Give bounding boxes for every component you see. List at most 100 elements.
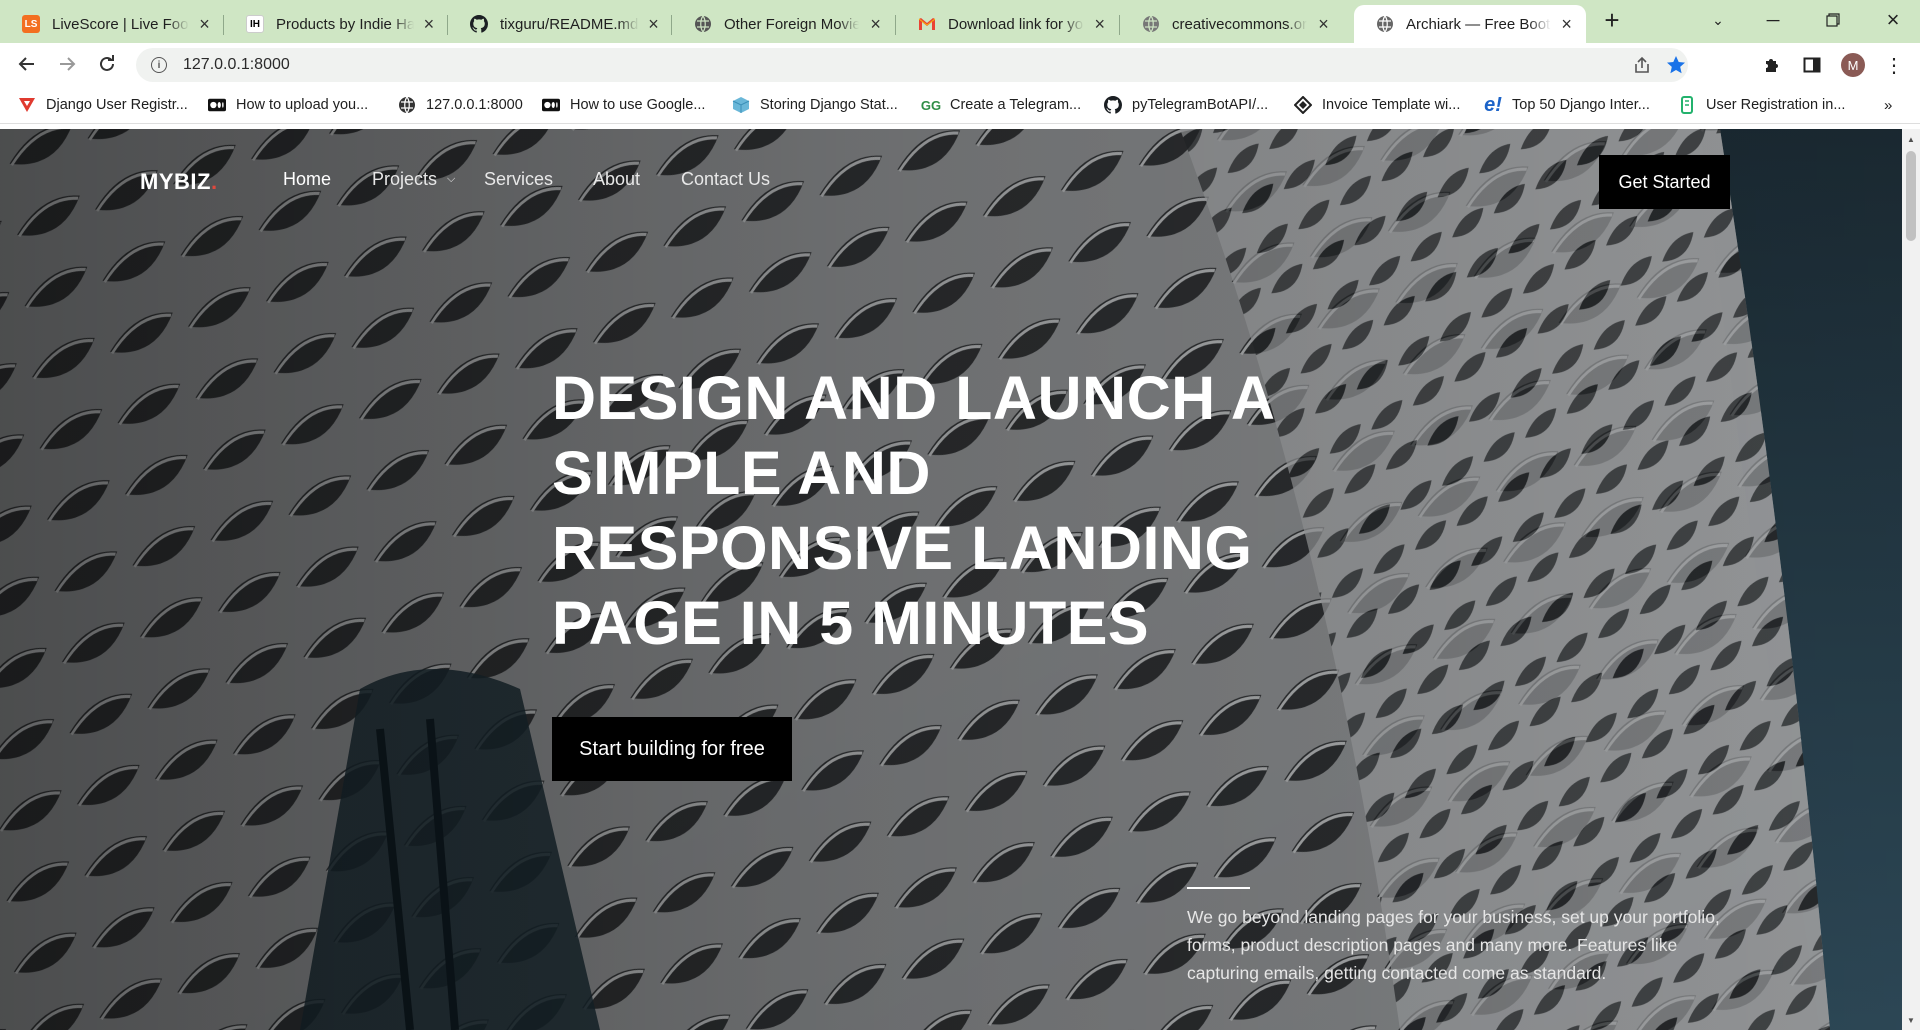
github-icon: [1104, 96, 1122, 114]
bookmark-label: User Registration in...: [1706, 97, 1846, 113]
close-icon[interactable]: ×: [1559, 14, 1574, 34]
brand-dot: .: [210, 169, 218, 194]
close-window-button[interactable]: ×: [1870, 0, 1916, 40]
nav-home-label: Home: [283, 169, 332, 189]
gmail-icon: [918, 15, 936, 33]
bookmark-item[interactable]: How to upload you...: [208, 94, 368, 116]
tab-title: LiveScore | Live Football: [52, 15, 189, 33]
nav-services[interactable]: Services: [484, 169, 553, 190]
nav-contact-label: Contact Us: [681, 169, 771, 189]
get-started-label: Get Started: [1618, 171, 1711, 192]
livescore-icon: LS: [22, 15, 40, 33]
globe-icon: [694, 15, 712, 33]
browser-toolbar: i 127.0.0.1:8000 M ⋮: [0, 43, 1920, 86]
tab-archiark[interactable]: Archiark — Free Bootstrap ×: [1354, 5, 1586, 43]
close-icon[interactable]: ×: [647, 14, 660, 34]
page-scrollbar[interactable]: ▲ ▼: [1902, 129, 1920, 1030]
more-bookmarks-chevron-icon[interactable]: »: [1884, 94, 1892, 116]
headline-line: RESPONSIVE LANDING: [552, 514, 1253, 582]
headline-line: DESIGN AND LAUNCH A: [552, 364, 1276, 432]
nav-about[interactable]: About: [593, 169, 640, 190]
cube-icon: [732, 96, 750, 114]
profile-avatar[interactable]: M: [1839, 51, 1867, 79]
bookmark-item[interactable]: Storing Django Stat...: [732, 94, 898, 116]
tab-github-readme[interactable]: tixguru/README.md at main ×: [448, 5, 672, 43]
bookmark-item[interactable]: Django User Registr...: [18, 94, 188, 116]
bookmark-item[interactable]: e! Top 50 Django Inter...: [1484, 94, 1650, 116]
tab-indie-hackers[interactable]: IH Products by Indie Hackers ×: [224, 5, 448, 43]
close-icon[interactable]: ×: [1092, 14, 1108, 34]
nav-contact[interactable]: Contact Us: [681, 169, 770, 190]
diamond-icon: [1294, 96, 1312, 114]
medium-icon: [542, 96, 560, 114]
scrollbar-thumb[interactable]: [1906, 151, 1916, 241]
close-icon[interactable]: ×: [197, 14, 212, 34]
tab-title: Download link for your: [948, 15, 1084, 33]
start-building-button[interactable]: Start building for free: [552, 717, 792, 781]
side-panel-icon[interactable]: [1798, 51, 1826, 79]
avatar-initial: M: [1841, 53, 1865, 77]
tab-title: tixguru/README.md at main: [500, 15, 639, 33]
new-tab-button[interactable]: +: [1589, 0, 1635, 40]
bookmark-item[interactable]: How to use Google...: [542, 94, 705, 116]
brand-logo[interactable]: MYBIZ.: [140, 169, 218, 195]
tab-foreign-movies[interactable]: Other Foreign Movies ×: [672, 5, 896, 43]
site-info-icon[interactable]: i: [151, 57, 167, 73]
restore-button[interactable]: [1810, 0, 1856, 40]
nav-projects-label: Projects: [372, 169, 438, 189]
share-icon[interactable]: [1626, 48, 1658, 82]
bookmark-item[interactable]: Invoice Template wi...: [1294, 94, 1460, 116]
brand-text: MYBIZ: [140, 169, 211, 194]
get-started-button[interactable]: Get Started: [1599, 155, 1730, 209]
close-icon[interactable]: ×: [1315, 14, 1332, 34]
address-url[interactable]: 127.0.0.1:8000: [183, 56, 290, 74]
tab-search-chevron-icon[interactable]: ⌄: [1695, 0, 1741, 40]
green-tag-icon: [1678, 96, 1696, 114]
kebab-menu-icon[interactable]: ⋮: [1880, 51, 1908, 79]
globe-icon: [1142, 15, 1160, 33]
scroll-down-arrow-icon[interactable]: ▼: [1902, 1012, 1920, 1028]
red-v-icon: [18, 96, 36, 114]
headline-line: SIMPLE AND: [552, 439, 931, 507]
minimize-button[interactable]: ─: [1750, 0, 1796, 40]
back-button[interactable]: [12, 49, 42, 79]
tab-title: creativecommons.org: [1172, 15, 1308, 33]
close-icon[interactable]: ×: [867, 14, 884, 34]
address-bar[interactable]: i 127.0.0.1:8000: [136, 48, 1688, 82]
bookmark-label: Create a Telegram...: [950, 97, 1082, 113]
extensions-puzzle-icon[interactable]: [1758, 51, 1786, 79]
globe-icon: [398, 96, 416, 114]
bookmark-item[interactable]: 127.0.0.1:8000: [398, 94, 523, 116]
tab-strip: LS LiveScore | Live Football × IH Produc…: [0, 0, 1920, 43]
forward-button[interactable]: [52, 49, 82, 79]
bookmark-label: pyTelegramBotAPI/...: [1132, 97, 1269, 113]
bookmark-label: Invoice Template wi...: [1322, 97, 1461, 113]
tab-title: Other Foreign Movies: [724, 15, 860, 33]
bookmark-label: How to use Google...: [570, 97, 706, 113]
tab-livescore[interactable]: LS LiveScore | Live Football ×: [0, 5, 224, 43]
bookmark-label: Storing Django Stat...: [760, 97, 898, 113]
nav-projects[interactable]: Projects ⌵: [372, 169, 455, 190]
bookmark-label: How to upload you...: [236, 97, 369, 113]
reload-button[interactable]: [92, 49, 122, 79]
bookmark-item[interactable]: User Registration in...: [1678, 94, 1845, 116]
bookmark-star-icon[interactable]: [1660, 48, 1692, 82]
bookmark-item[interactable]: GG Create a Telegram...: [920, 94, 1082, 116]
scroll-up-arrow-icon[interactable]: ▲: [1902, 131, 1920, 147]
nav-home[interactable]: Home: [283, 169, 331, 190]
bookmark-label: Django User Registr...: [46, 97, 188, 113]
geeks-icon: GG: [920, 97, 942, 113]
hero-headline: DESIGN AND LAUNCH A SIMPLE AND RESPONSIV…: [552, 361, 1312, 661]
start-building-label: Start building for free: [579, 737, 765, 760]
e-icon: e!: [1484, 93, 1502, 116]
bookmark-label: Top 50 Django Inter...: [1512, 97, 1650, 113]
tab-creative-commons[interactable]: creativecommons.org ×: [1120, 5, 1344, 43]
github-icon: [470, 15, 488, 33]
bookmarks-bar: Django User Registr... How to upload you…: [0, 86, 1920, 124]
bookmark-item[interactable]: pyTelegramBotAPI/...: [1104, 94, 1268, 116]
page-viewport: MYBIZ. Home Projects ⌵ Services About Con…: [0, 129, 1902, 1030]
tab-gmail[interactable]: Download link for your ×: [896, 5, 1120, 43]
divider-rule: [1187, 887, 1250, 889]
close-icon[interactable]: ×: [422, 14, 436, 34]
indie-hackers-icon: IH: [246, 15, 264, 33]
